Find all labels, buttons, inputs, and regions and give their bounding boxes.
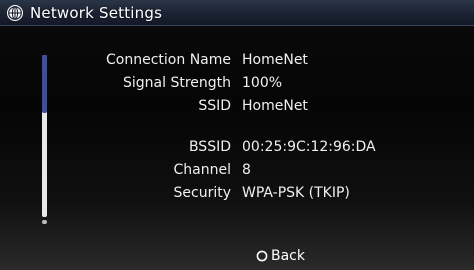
setting-row-channel: Channel 8 (0, 159, 474, 181)
setting-value: 00:25:9C:12:96:DA (242, 139, 376, 155)
scrollbar-end-cap (42, 220, 47, 224)
setting-label: SSID (198, 98, 231, 114)
setting-row-security: Security WPA-PSK (TKIP) (0, 182, 474, 204)
setting-value: 8 (242, 162, 251, 178)
setting-row-connection-name: Connection Name HomeNet (0, 49, 474, 71)
globe-network-icon (7, 4, 23, 21)
setting-value: WPA-PSK (TKIP) (242, 185, 350, 201)
setting-label: BSSID (188, 139, 231, 155)
setting-label: Channel (173, 162, 231, 178)
setting-label: Signal Strength (122, 75, 231, 91)
setting-row-bssid: BSSID 00:25:9C:12:96:DA (0, 136, 474, 158)
back-button[interactable]: Back (256, 246, 305, 266)
setting-label: Connection Name (106, 52, 231, 68)
setting-row-ssid: SSID HomeNet (0, 95, 474, 117)
circle-button-icon (256, 250, 268, 262)
setting-label: Security (173, 185, 232, 201)
psp-network-settings-screen: Network Settings Connection Name HomeNet… (0, 0, 474, 270)
setting-value: HomeNet (242, 98, 308, 114)
setting-row-signal-strength: Signal Strength 100% (0, 72, 474, 94)
back-label: Back (271, 248, 305, 264)
setting-value: HomeNet (242, 52, 308, 68)
setting-value: 100% (242, 75, 283, 91)
page-title: Network Settings (30, 3, 163, 22)
title-bar: Network Settings (0, 0, 474, 26)
